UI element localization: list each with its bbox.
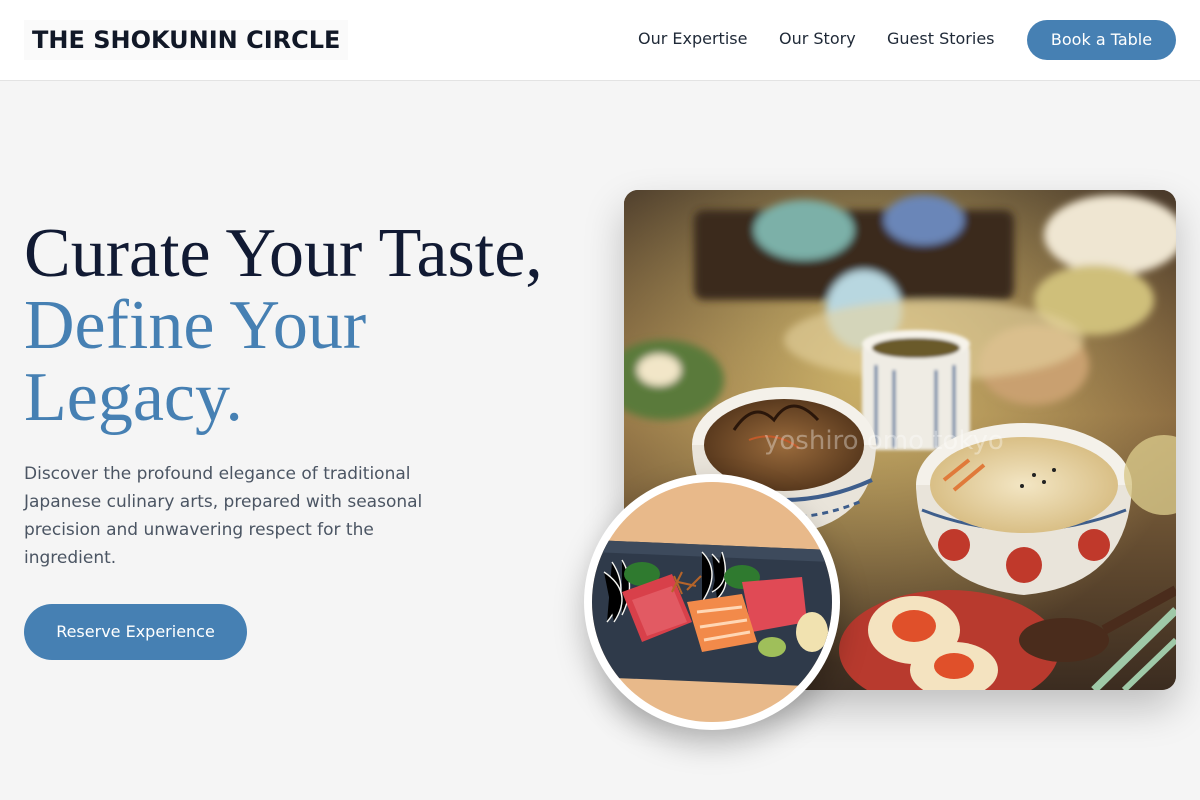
headline-line-1: Curate Your Taste,	[24, 215, 543, 292]
nav-link-our-expertise[interactable]: Our Expertise	[638, 29, 747, 49]
brand-logo[interactable]: THE SHOKUNIN CIRCLE	[24, 20, 349, 60]
sashimi-platter-photo	[584, 474, 840, 730]
hero-description: Discover the profound elegance of tradit…	[24, 464, 423, 568]
nav-link-guest-stories[interactable]: Guest Stories	[887, 29, 995, 49]
site-header: THE SHOKUNIN CIRCLE Our Expertise Our St…	[0, 0, 1200, 81]
book-a-table-button[interactable]: Book a Table	[1027, 20, 1176, 60]
photo-watermark: yoshiro omo tokyo	[764, 426, 1004, 456]
headline-line-2: Define Your	[24, 287, 367, 364]
headline-line-3: Legacy.	[24, 359, 243, 436]
reserve-experience-button[interactable]: Reserve Experience	[24, 604, 247, 660]
hero-headline: Curate Your Taste, Define Your Legacy.	[24, 218, 604, 434]
nav-link-our-story[interactable]: Our Story	[779, 29, 856, 49]
